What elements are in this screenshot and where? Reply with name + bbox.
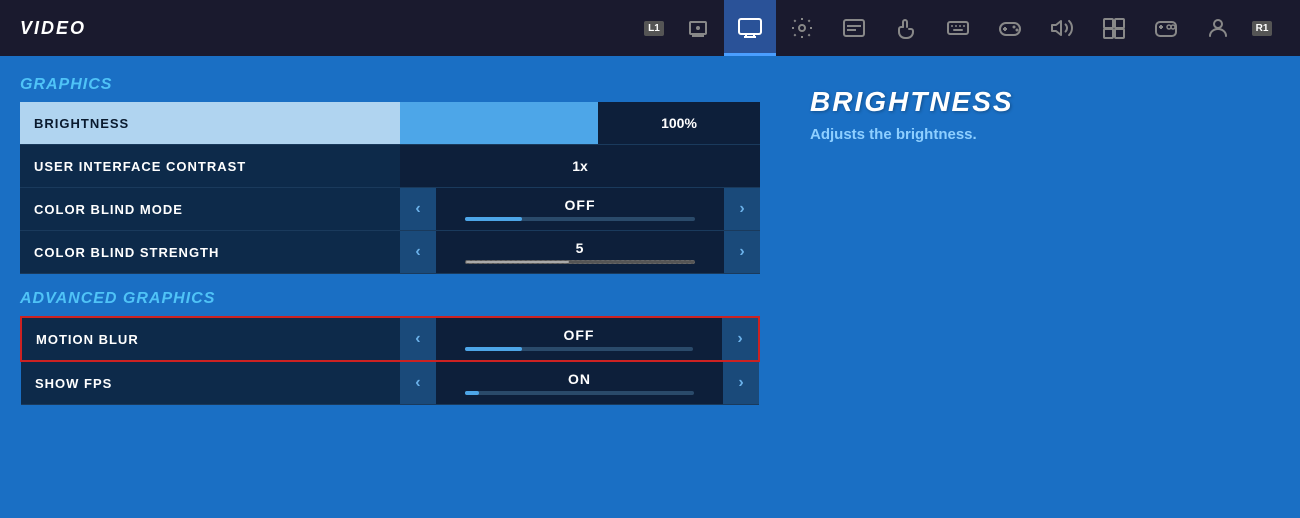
nav-badge-l: L1 (636, 0, 672, 56)
color-blind-strength-track (465, 260, 695, 264)
color-blind-strength-value: 5 (576, 240, 585, 256)
show-fps-value: ON (568, 371, 591, 387)
color-blind-mode-label: COLOR BLIND MODE (20, 188, 400, 231)
color-blind-mode-right-btn[interactable]: › (724, 188, 760, 230)
motion-blur-left-btn[interactable]: ‹ (400, 318, 436, 360)
color-blind-strength-value-container: 5 (436, 231, 724, 273)
color-blind-mode-value: OFF (565, 197, 596, 213)
nav-display2[interactable] (1088, 0, 1140, 56)
nav-settings[interactable] (776, 0, 828, 56)
advanced-graphics-table: MOTION BLUR ‹ OFF › (20, 316, 760, 405)
nav-notifications[interactable] (672, 0, 724, 56)
motion-blur-control[interactable]: ‹ OFF › (400, 317, 759, 361)
l1-badge: L1 (644, 21, 664, 36)
page-title: VIDEO (20, 18, 86, 39)
nav-badge-r: R1 (1244, 0, 1280, 56)
info-title: BRIGHTNESS (810, 86, 1270, 118)
ui-contrast-control[interactable]: 1x (400, 145, 760, 188)
nav-icons: L1 (636, 0, 1280, 56)
nav-subtitles[interactable] (828, 0, 880, 56)
color-blind-strength-left-btn[interactable]: ‹ (400, 231, 436, 273)
show-fps-row[interactable]: SHOW FPS ‹ ON › (21, 361, 759, 405)
show-fps-arrow: ‹ ON › (400, 362, 759, 404)
show-fps-left-btn[interactable]: ‹ (400, 362, 436, 404)
right-panel: BRIGHTNESS Adjusts the brightness. (780, 56, 1300, 518)
ui-contrast-label: USER INTERFACE CONTRAST (20, 145, 400, 188)
color-blind-mode-left-btn[interactable]: ‹ (400, 188, 436, 230)
brightness-bar: 100% (400, 102, 760, 144)
color-blind-strength-control[interactable]: ‹ 5 › (400, 231, 760, 274)
nav-controller[interactable] (984, 0, 1036, 56)
color-blind-mode-track (465, 217, 695, 221)
brightness-control[interactable]: 100% (400, 102, 760, 145)
brightness-value: 100% (661, 115, 697, 131)
main-content: GRAPHICS BRIGHTNESS 100% (0, 56, 1300, 518)
brightness-rest: 100% (598, 102, 760, 144)
color-blind-mode-row[interactable]: COLOR BLIND MODE ‹ OFF › (20, 188, 760, 231)
color-blind-strength-right-btn[interactable]: › (724, 231, 760, 273)
nav-audio[interactable] (1036, 0, 1088, 56)
nav-keyboard[interactable] (932, 0, 984, 56)
motion-blur-right-btn[interactable]: › (722, 318, 758, 360)
graphics-table: BRIGHTNESS 100% (20, 102, 760, 274)
advanced-graphics-section: ADVANCED GRAPHICS MOTION BLUR ‹ OFF (20, 290, 760, 405)
nav-user[interactable] (1192, 0, 1244, 56)
show-fps-label: SHOW FPS (21, 361, 400, 405)
show-fps-control[interactable]: ‹ ON › (400, 361, 759, 405)
nav-display[interactable] (724, 0, 776, 56)
show-fps-track (465, 391, 695, 395)
left-panel: GRAPHICS BRIGHTNESS 100% (0, 56, 780, 518)
brightness-row[interactable]: BRIGHTNESS 100% (20, 102, 760, 145)
motion-blur-row[interactable]: MOTION BLUR ‹ OFF › (21, 317, 759, 361)
color-blind-strength-fill (466, 261, 569, 263)
motion-blur-value: OFF (563, 327, 594, 343)
color-blind-mode-control[interactable]: ‹ OFF › (400, 188, 760, 231)
top-nav: VIDEO L1 (0, 0, 1300, 56)
nav-touch[interactable] (880, 0, 932, 56)
show-fps-value-container: ON (436, 362, 723, 404)
motion-blur-label: MOTION BLUR (21, 317, 400, 361)
color-blind-strength-arrow: ‹ 5 › (400, 231, 760, 273)
nav-gamepad[interactable] (1140, 0, 1192, 56)
show-fps-fill (465, 391, 479, 395)
motion-blur-track (465, 347, 694, 351)
color-blind-mode-value-container: OFF (436, 188, 724, 230)
r1-badge: R1 (1252, 21, 1273, 36)
color-blind-mode-fill (465, 217, 523, 221)
color-blind-strength-label: COLOR BLIND STRENGTH (20, 231, 400, 274)
color-blind-mode-arrow: ‹ OFF › (400, 188, 760, 230)
brightness-fill (400, 102, 598, 144)
advanced-graphics-title: ADVANCED GRAPHICS (20, 290, 760, 308)
motion-blur-arrow: ‹ OFF › (400, 318, 758, 360)
graphics-section: GRAPHICS BRIGHTNESS 100% (20, 76, 760, 274)
brightness-label: BRIGHTNESS (20, 102, 400, 145)
color-blind-strength-row[interactable]: COLOR BLIND STRENGTH ‹ 5 › (20, 231, 760, 274)
motion-blur-value-container: OFF (436, 318, 722, 360)
graphics-title: GRAPHICS (20, 76, 760, 94)
show-fps-right-btn[interactable]: › (723, 362, 759, 404)
motion-blur-fill (465, 347, 522, 351)
ui-contrast-value: 1x (400, 145, 760, 187)
info-description: Adjusts the brightness. (810, 126, 1270, 143)
ui-contrast-row[interactable]: USER INTERFACE CONTRAST 1x (20, 145, 760, 188)
